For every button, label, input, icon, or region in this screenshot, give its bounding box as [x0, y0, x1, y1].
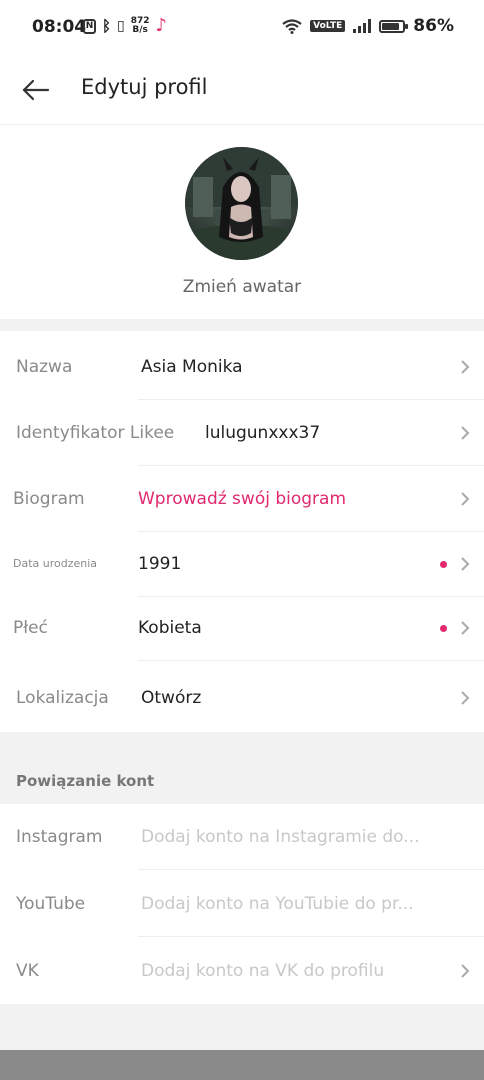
row-likee-id-value: lulugunxxx37: [205, 423, 321, 443]
chevron-right-icon: [461, 557, 470, 571]
battery-percent: 86%: [413, 16, 454, 36]
row-divider: [138, 936, 484, 937]
avatar-image: [185, 147, 298, 260]
row-bio-label: Biogram: [13, 489, 85, 509]
signal-icon: [353, 19, 372, 33]
row-birthdate-label: Data urodzenia: [13, 557, 98, 570]
linked-accounts-title: Powiązanie kont: [16, 772, 155, 790]
vk-placeholder: Dodaj konto na VK do profilu: [141, 961, 385, 981]
row-name-value: Asia Monika: [141, 357, 243, 377]
row-location-label: Lokalizacja: [16, 688, 109, 708]
row-vk[interactable]: VK Dodaj konto na VK do profilu: [0, 938, 484, 1004]
row-instagram[interactable]: Instagram Dodaj konto na Instagramie do.…: [0, 804, 484, 870]
youtube-placeholder: Dodaj konto na YouTubie do pr...: [141, 894, 414, 914]
status-left-icons: N ᛒ ▯ 872 B/s ♪: [83, 17, 167, 35]
chevron-right-icon: [461, 621, 470, 635]
row-name[interactable]: Nazwa Asia Monika: [0, 334, 484, 400]
volte-badge: VoLTE: [310, 20, 346, 32]
status-time: 08:04: [32, 17, 87, 37]
network-speed-unit: B/s: [132, 25, 148, 35]
row-birthdate-value: 1991: [138, 554, 182, 574]
bottom-spacer: [0, 1004, 484, 1050]
change-avatar-label[interactable]: Zmień awatar: [0, 277, 484, 297]
nfc-icon: N: [83, 18, 96, 34]
row-youtube-label: YouTube: [16, 894, 86, 914]
notification-dot: [440, 561, 447, 568]
battery-fill: [382, 22, 400, 30]
row-likee-id[interactable]: Identyfikator Likee lulugunxxx37: [0, 400, 484, 466]
back-arrow-icon[interactable]: [20, 74, 52, 106]
status-bar: 08:04 N ᛒ ▯ 872 B/s ♪ VoLTE 86%: [0, 0, 484, 56]
wifi-icon: [282, 18, 302, 34]
page-title: Edytuj profil: [81, 75, 208, 99]
section-divider: [0, 319, 484, 331]
status-right-icons: VoLTE 86%: [282, 16, 454, 36]
row-divider: [138, 869, 484, 870]
chevron-right-icon: [461, 964, 470, 978]
tiktok-icon: ♪: [155, 15, 168, 36]
linked-accounts-header: [0, 732, 484, 804]
row-gender-value: Kobieta: [138, 618, 202, 638]
bottom-bar: [0, 1050, 484, 1080]
row-likee-id-label: Identyfikator Likee: [16, 423, 175, 443]
chevron-right-icon: [461, 360, 470, 374]
chevron-right-icon: [461, 492, 470, 506]
avatar-section: Zmień awatar: [0, 125, 484, 319]
chevron-right-icon: [461, 691, 470, 705]
row-location[interactable]: Lokalizacja Otwórz: [0, 660, 484, 732]
instagram-placeholder: Dodaj konto na Instagramie do...: [141, 827, 420, 847]
row-gender[interactable]: Płeć Kobieta: [0, 595, 484, 661]
notification-dot: [440, 625, 447, 632]
row-vk-label: VK: [16, 961, 39, 981]
row-instagram-label: Instagram: [16, 827, 103, 847]
row-youtube[interactable]: YouTube Dodaj konto na YouTubie do pr...: [0, 871, 484, 937]
bluetooth-icon: ᛒ: [102, 17, 112, 35]
avatar[interactable]: [185, 147, 298, 260]
header: Edytuj profil: [0, 56, 484, 125]
network-speed: 872 B/s: [131, 17, 150, 35]
row-location-value: Otwórz: [141, 688, 202, 708]
row-bio[interactable]: Biogram Wprowadź swój biogram: [0, 466, 484, 532]
row-gender-label: Płeć: [13, 618, 48, 638]
vibrate-icon: ▯: [117, 18, 125, 34]
row-name-label: Nazwa: [16, 357, 73, 377]
chevron-right-icon: [461, 426, 470, 440]
battery-icon: [379, 19, 409, 33]
row-birthdate[interactable]: Data urodzenia 1991: [0, 531, 484, 597]
row-bio-value: Wprowadź swój biogram: [138, 489, 347, 509]
